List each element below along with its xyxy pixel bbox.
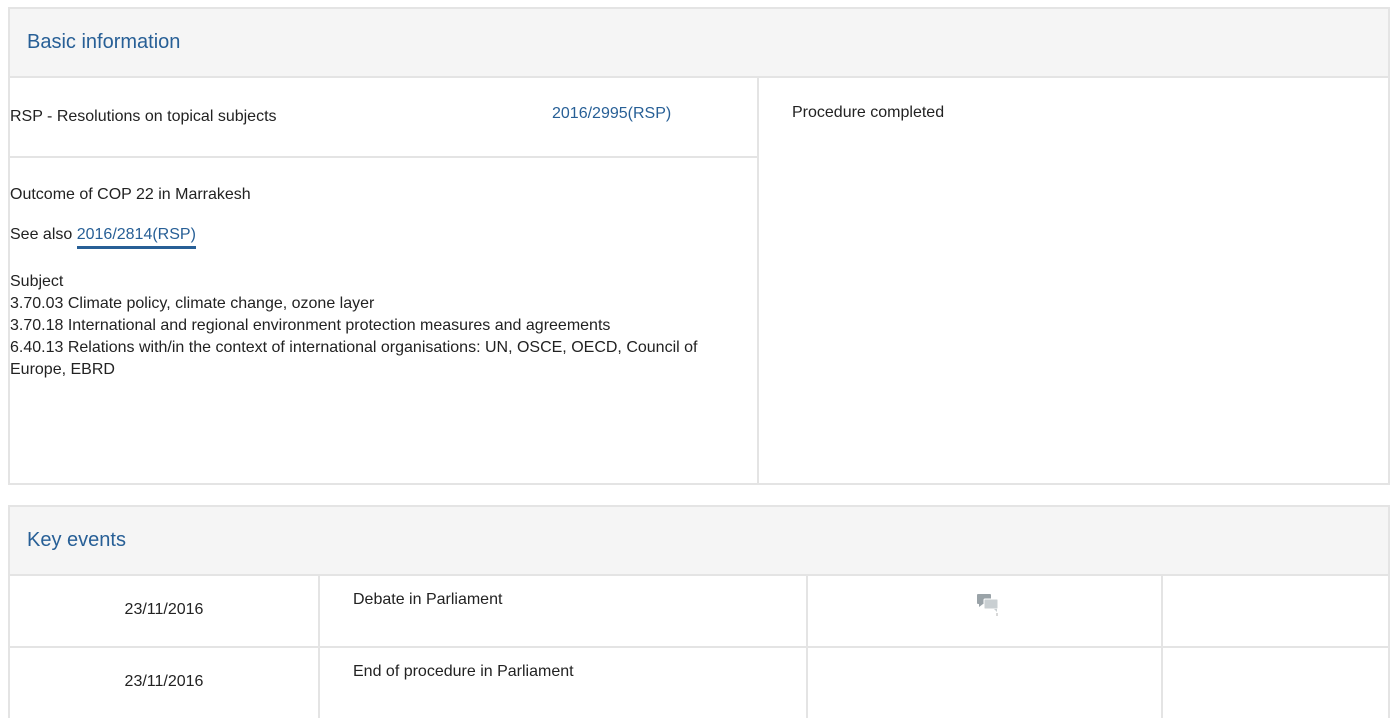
dossier-title: Outcome of COP 22 in Marrakesh [10, 186, 251, 203]
event-extra-cell [1163, 648, 1388, 718]
see-also-link[interactable]: 2016/2814(RSP) [76, 226, 196, 249]
see-also-label: See also [10, 226, 73, 243]
subject-item: 3.70.18 International and regional envir… [10, 317, 611, 334]
procedure-reference-link[interactable]: 2016/2995(RSP) [552, 105, 671, 123]
basic-info-left-column: RSP - Resolutions on topical subjects 20… [10, 78, 759, 483]
subject-label: Subject [10, 273, 64, 290]
basic-information-panel: Basic information RSP - Resolutions on t… [8, 7, 1390, 485]
subject-item: 6.40.13 Relations with/in the context of… [10, 339, 698, 378]
event-name-cell: End of procedure in Parliament [320, 648, 808, 718]
event-extra-cell [1163, 576, 1388, 646]
event-date: 23/11/2016 [124, 673, 204, 690]
event-date-cell: 23/11/2016 [10, 576, 320, 646]
event-document-cell [808, 576, 1163, 646]
event-date-cell: 23/11/2016 [10, 648, 320, 718]
key-events-header: Key events [10, 507, 1388, 576]
key-events-table: 23/11/2016 Debate in Parliament 23/11/20… [10, 576, 1388, 718]
debate-icon[interactable] [976, 592, 1000, 616]
subject-block: Subject 3.70.03 Climate policy, climate … [10, 271, 730, 381]
event-document-cell [808, 648, 1163, 718]
basic-information-body: RSP - Resolutions on topical subjects 20… [10, 78, 1388, 483]
basic-information-title: Basic information [27, 31, 181, 53]
event-name-cell: Debate in Parliament [320, 576, 808, 646]
event-name: End of procedure in Parliament [353, 663, 574, 680]
procedure-status: Procedure completed [792, 104, 945, 121]
basic-information-header: Basic information [10, 9, 1388, 78]
key-event-row: 23/11/2016 Debate in Parliament [10, 576, 1388, 648]
key-events-panel: Key events 23/11/2016 Debate in Parliame… [8, 505, 1390, 718]
see-also: See also 2016/2814(RSP) [10, 226, 196, 249]
procedure-type: RSP - Resolutions on topical subjects [10, 108, 277, 125]
event-name: Debate in Parliament [353, 591, 503, 608]
event-date: 23/11/2016 [124, 601, 204, 618]
basic-info-right-column: Procedure completed [759, 78, 1388, 483]
subject-item: 3.70.03 Climate policy, climate change, … [10, 295, 375, 312]
procedure-type-row: RSP - Resolutions on topical subjects 20… [10, 78, 757, 158]
key-event-row: 23/11/2016 End of procedure in Parliamen… [10, 648, 1388, 718]
key-events-title: Key events [27, 529, 126, 551]
